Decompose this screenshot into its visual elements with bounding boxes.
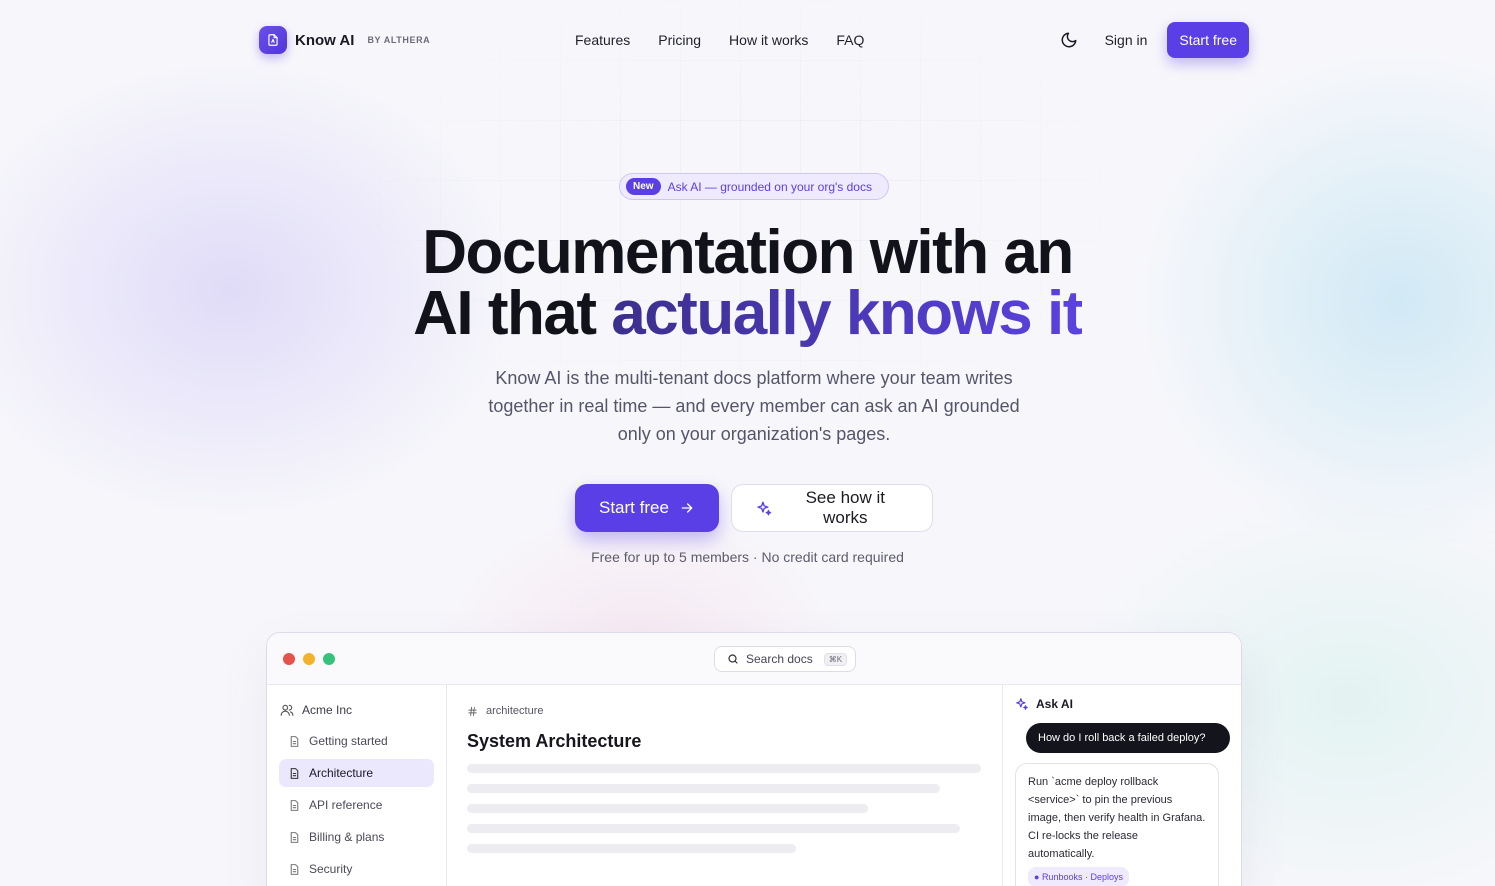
- see-how-it-works-button[interactable]: See how it works: [731, 484, 933, 532]
- breadcrumb-label: architecture: [486, 705, 544, 717]
- logo-doc-icon: [259, 26, 287, 54]
- nav-link-pricing[interactable]: Pricing: [658, 32, 701, 48]
- ask-ai-title: Ask AI: [1036, 697, 1073, 711]
- users-icon: [280, 704, 294, 716]
- badge-new-label: New: [626, 178, 661, 195]
- top-nav: Know AI BY ALTHERA Features Pricing How …: [259, 22, 1249, 58]
- docs-sidebar: Acme Inc Getting started Architecture AP…: [267, 685, 447, 886]
- sidebar-item-label: Architecture: [309, 766, 374, 780]
- source-label: Runbooks · Deploys: [1041, 872, 1123, 882]
- doc-placeholder-lines: [467, 764, 982, 853]
- search-icon: [728, 654, 738, 664]
- hero-fineprint: Free for up to 5 members · No credit car…: [591, 549, 904, 565]
- ask-ai-header: Ask AI: [1015, 697, 1229, 711]
- ai-answer-bubble: Run `acme deploy rollback <service>` to …: [1015, 763, 1219, 886]
- org-switcher[interactable]: Acme Inc: [267, 685, 446, 723]
- sidebar-item-security[interactable]: Security: [279, 855, 434, 883]
- org-name: Acme Inc: [302, 703, 353, 717]
- ai-answer-text: Run `acme deploy rollback <service>` to …: [1028, 776, 1206, 860]
- nav-actions: Sign in Start free: [1053, 22, 1249, 58]
- placeholder-line: [467, 804, 868, 813]
- placeholder-line: [467, 824, 960, 833]
- sidebar-item-label: Billing & plans: [309, 830, 385, 844]
- window-titlebar: Search docs ⌘K: [267, 633, 1241, 685]
- file-icon: [290, 767, 299, 779]
- sidebar-item-billing[interactable]: Billing & plans: [279, 823, 434, 851]
- nav-start-free-button[interactable]: Start free: [1167, 22, 1249, 58]
- sign-in-link[interactable]: Sign in: [1105, 32, 1148, 48]
- search-shortcut: ⌘K: [823, 652, 848, 666]
- sparkles-icon: [757, 501, 772, 515]
- answer-source-chip[interactable]: ● Runbooks · Deploys: [1028, 867, 1129, 886]
- file-icon: [290, 799, 299, 811]
- arrow-right-icon: [681, 503, 693, 513]
- file-icon: [290, 863, 299, 875]
- nav-link-features[interactable]: Features: [575, 32, 630, 48]
- hash-icon: [468, 706, 477, 716]
- sidebar-item-label: Security: [309, 862, 353, 876]
- start-free-label: Start free: [599, 498, 669, 517]
- app-preview-window: Search docs ⌘K Acme Inc Getting started …: [266, 632, 1242, 886]
- ask-ai-panel: Ask AI How do I roll back a failed deplo…: [1002, 685, 1241, 886]
- hero-title-line2: AI that: [413, 279, 612, 348]
- brand-name: Know AI: [295, 31, 355, 49]
- nav-links: Features Pricing How it works FAQ: [575, 32, 864, 48]
- sidebar-item-label: API reference: [309, 798, 383, 812]
- sidebar-item-architecture[interactable]: Architecture: [279, 759, 434, 787]
- placeholder-line: [467, 784, 940, 793]
- breadcrumb: architecture: [467, 705, 982, 717]
- user-question-bubble: How do I roll back a failed deploy?: [1026, 723, 1230, 753]
- placeholder-line: [467, 844, 796, 853]
- nav-link-faq[interactable]: FAQ: [836, 32, 864, 48]
- doc-title: System Architecture: [467, 731, 642, 751]
- nav-link-how-it-works[interactable]: How it works: [729, 32, 808, 48]
- file-icon: [290, 831, 299, 843]
- theme-toggle-button[interactable]: [1053, 24, 1085, 56]
- see-how-label: See how it works: [805, 488, 885, 527]
- hero-subtitle: Know AI is the multi-tenant docs platfor…: [488, 368, 1020, 444]
- sidebar-item-api-reference[interactable]: API reference: [279, 791, 434, 819]
- hero-start-free-button[interactable]: Start free: [575, 484, 719, 532]
- hero-title-line1: Documentation with an: [422, 218, 1074, 287]
- file-icon: [290, 735, 299, 747]
- badge-text: Ask AI — grounded on your org's docs: [667, 179, 872, 194]
- docs-search-input[interactable]: Search docs ⌘K: [714, 646, 856, 672]
- window-close-dot: [283, 653, 295, 665]
- window-minimize-dot: [303, 653, 315, 665]
- announcement-badge[interactable]: New Ask AI — grounded on your org's docs: [619, 173, 889, 200]
- hero-title: Documentation with an AI that actually k…: [0, 222, 1495, 345]
- sidebar-item-getting-started[interactable]: Getting started: [279, 727, 434, 755]
- doc-editor: architecture System Architecture: [447, 685, 1002, 886]
- brand-by: BY ALTHERA: [367, 35, 431, 45]
- moon-icon: [1061, 32, 1077, 48]
- sparkles-icon: [1016, 698, 1028, 710]
- brand-logo[interactable]: Know AI BY ALTHERA: [259, 26, 430, 54]
- sidebar-item-label: Getting started: [309, 734, 388, 748]
- hero-cta-group: Start free See how it works: [575, 484, 933, 532]
- window-maximize-dot: [323, 653, 335, 665]
- search-placeholder: Search docs: [746, 652, 813, 666]
- hero-title-highlight: actually knows it: [611, 279, 1083, 348]
- placeholder-line: [467, 764, 981, 773]
- landing-page: Know AI BY ALTHERA Features Pricing How …: [0, 0, 1495, 886]
